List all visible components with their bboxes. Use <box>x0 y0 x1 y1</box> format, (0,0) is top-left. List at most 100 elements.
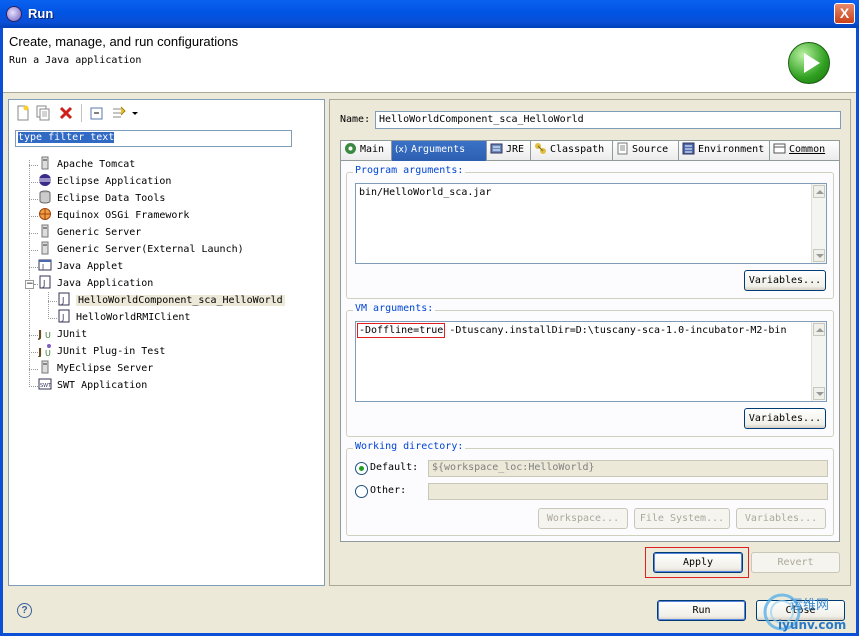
file-system-button[interactable]: File System... <box>634 508 730 529</box>
tree-branch <box>29 216 38 217</box>
tree-item-equinox-osgi[interactable]: Equinox OSGi Framework <box>38 207 189 224</box>
tab-source[interactable]: Source <box>612 140 679 160</box>
header-title: Create, manage, and run configurations <box>9 34 239 49</box>
run-banner-icon <box>788 42 830 84</box>
program-arguments-input[interactable]: bin/HelloWorld_sca.jar <box>355 183 827 264</box>
eclipse-run-icon <box>6 6 22 22</box>
tomcat-icon <box>41 156 49 170</box>
tab-label: Classpath <box>550 144 605 155</box>
svg-text:J: J <box>42 279 45 288</box>
collapse-all-icon[interactable] <box>89 105 105 121</box>
program-arguments-scrollbar[interactable] <box>811 184 826 263</box>
junit-icon: JU <box>38 328 51 340</box>
other-label: Other: <box>370 485 407 496</box>
configuration-tree-panel: type filter text Apache Tomcat Eclipse A… <box>8 99 325 586</box>
arguments-tab-content: Program arguments: bin/HelloWorld_sca.ja… <box>340 160 840 542</box>
svg-text:J: J <box>61 313 64 322</box>
tab-label: Environment <box>698 144 765 155</box>
osgi-icon <box>39 208 51 220</box>
tree-item-label: Java Application <box>57 278 154 289</box>
tree-item-generic-server-external[interactable]: Generic Server(External Launch) <box>38 241 244 258</box>
vm-arguments-group: VM arguments: -Doffline=true -Dtuscany.i… <box>346 303 834 437</box>
working-directory-label: Working directory: <box>353 441 466 452</box>
vm-arguments-input[interactable]: -Doffline=true -Dtuscany.installDir=D:\t… <box>355 321 827 402</box>
window-frame-left <box>0 28 3 636</box>
tree-item-label: HelloWorldComponent_sca_HelloWorld <box>76 295 285 306</box>
tree-item-java-application[interactable]: J Java Application <box>38 275 153 292</box>
tab-label: Source <box>632 144 669 155</box>
applet-icon: J <box>38 259 52 271</box>
tree-item-helloworld-component[interactable]: J HelloWorldComponent_sca_HelloWorld <box>57 292 285 309</box>
help-icon[interactable]: ? <box>17 603 32 618</box>
common-tab-icon <box>773 143 786 153</box>
program-arguments-label: Program arguments: <box>353 165 466 176</box>
tree-item-label: Eclipse Data Tools <box>57 193 166 204</box>
default-radio[interactable] <box>355 462 368 475</box>
eclipse-icon <box>39 174 51 186</box>
tree-item-java-applet[interactable]: J Java Applet <box>38 258 123 275</box>
environment-tab-icon <box>682 142 695 154</box>
tab-classpath[interactable]: Classpath <box>530 140 613 160</box>
tree-item-helloworld-rmiclient[interactable]: J HelloWorldRMIClient <box>57 309 190 326</box>
duplicate-config-icon[interactable] <box>35 105 51 121</box>
filter-input[interactable]: type filter text <box>15 130 292 147</box>
junit-plugin-icon: JU <box>38 344 51 357</box>
tab-label: Arguments <box>411 144 466 155</box>
configuration-editor-panel: Name: HelloWorldComponent_sca_HelloWorld… <box>329 99 851 586</box>
tab-main[interactable]: Main <box>340 140 392 160</box>
arguments-tab-icon: (x) <box>395 145 407 155</box>
tree-item-generic-server[interactable]: Generic Server <box>38 224 141 241</box>
other-radio[interactable] <box>355 485 368 498</box>
watermark-logo: 运维网 iyunv.com <box>763 593 846 632</box>
name-input[interactable]: HelloWorldComponent_sca_HelloWorld <box>375 111 841 129</box>
apply-highlight-box <box>645 547 749 578</box>
tree-item-label: JUnit Plug-in Test <box>57 346 166 357</box>
svg-text:SWT: SWT <box>40 383 52 389</box>
new-config-icon[interactable] <box>15 105 31 121</box>
tree-item-apache-tomcat[interactable]: Apache Tomcat <box>38 156 135 173</box>
tree-item-eclipse-data-tools[interactable]: Eclipse Data Tools <box>38 190 165 207</box>
other-directory-field[interactable] <box>428 483 828 500</box>
tree-guide-line-child <box>48 292 49 319</box>
close-window-button[interactable]: X <box>834 3 855 24</box>
server-icon <box>41 360 49 374</box>
tree-item-label: Generic Server <box>57 227 142 238</box>
tree-branch <box>29 233 38 234</box>
program-variables-button[interactable]: Variables... <box>744 270 826 291</box>
tree-item-junit[interactable]: J U JUnit <box>38 326 87 343</box>
java-app-icon: J <box>58 292 70 306</box>
revert-button[interactable]: Revert <box>751 552 840 573</box>
vm-arguments-scrollbar[interactable] <box>811 322 826 401</box>
java-app-icon: J <box>58 309 70 323</box>
tab-common[interactable]: Common <box>769 140 840 160</box>
tree-branch <box>29 335 38 336</box>
workspace-button[interactable]: Workspace... <box>538 508 628 529</box>
run-button[interactable]: Run <box>657 600 746 621</box>
tab-jre[interactable]: JRE <box>486 140 531 160</box>
svg-text:J: J <box>38 328 42 340</box>
name-label: Name: <box>340 114 371 125</box>
tree-item-myeclipse-server[interactable]: MyEclipse Server <box>38 360 153 377</box>
vm-variables-button[interactable]: Variables... <box>744 408 826 429</box>
tree-item-label: JUnit <box>57 329 88 340</box>
collapse-toggle[interactable]: − <box>25 280 34 289</box>
delete-config-icon[interactable] <box>58 105 74 121</box>
tree-branch <box>29 182 38 183</box>
tab-environment[interactable]: Environment <box>678 140 770 160</box>
tree-item-label: Java Applet <box>57 261 124 272</box>
svg-text:J: J <box>41 263 44 271</box>
working-variables-button[interactable]: Variables... <box>736 508 826 529</box>
program-arguments-value: bin/HelloWorld_sca.jar <box>359 187 492 198</box>
tab-arguments[interactable]: (x) Arguments <box>391 140 487 161</box>
svg-text:U: U <box>45 349 51 357</box>
tree-item-swt-application[interactable]: SWT SWT Application <box>38 377 147 394</box>
filter-icon[interactable] <box>111 105 127 121</box>
tab-label: Main <box>360 144 385 155</box>
jre-tab-icon <box>490 143 503 153</box>
tree-item-eclipse-application[interactable]: Eclipse Application <box>38 173 171 190</box>
server-icon <box>41 241 49 255</box>
tree-item-junit-plugin-test[interactable]: J U JUnit Plug-in Test <box>38 343 165 360</box>
tree-item-label: Generic Server(External Launch) <box>57 244 244 255</box>
source-tab-icon <box>617 142 628 154</box>
chevron-down-icon[interactable] <box>131 105 139 121</box>
